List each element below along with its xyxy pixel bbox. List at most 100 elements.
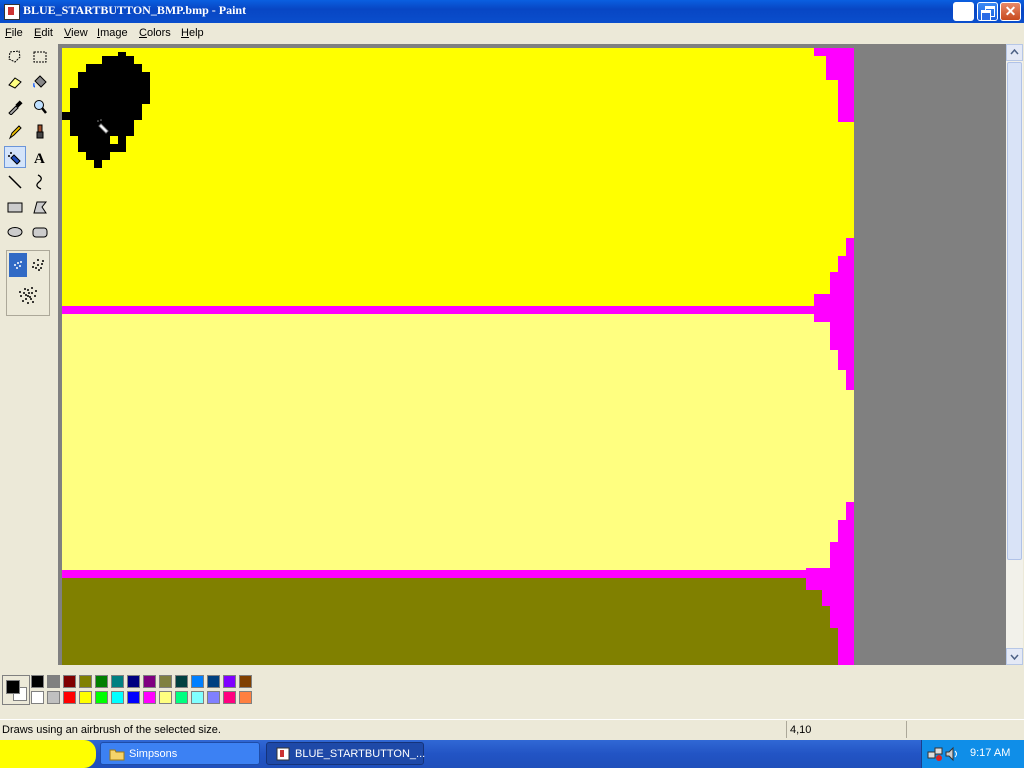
eraser-icon	[8, 77, 22, 89]
current-colors	[2, 675, 30, 705]
palette-swatch[interactable]	[175, 675, 188, 688]
palette-swatch[interactable]	[47, 675, 60, 688]
palette-swatch[interactable]	[111, 675, 124, 688]
palette-swatch[interactable]	[159, 691, 172, 704]
palette-swatch[interactable]	[239, 691, 252, 704]
airbrush-size-small[interactable]	[9, 253, 27, 277]
foreground-color[interactable]	[6, 680, 20, 694]
taskbar-item-simpsons[interactable]: Simpsons	[100, 742, 260, 765]
eraser-tool[interactable]	[4, 71, 26, 93]
rect-select-tool[interactable]	[29, 46, 51, 68]
volume-icon[interactable]	[944, 746, 960, 762]
title-bar[interactable]: BLUE_STARTBUTTON_BMP.bmp - Paint ✕	[0, 0, 1024, 23]
scroll-up-button[interactable]	[1006, 44, 1023, 61]
magnifier-icon	[34, 100, 47, 114]
taskbar-item-label: BLUE_STARTBUTTON_...	[295, 748, 426, 760]
rectangle-tool[interactable]	[4, 196, 26, 218]
fill-with-color-tool[interactable]	[29, 71, 51, 93]
palette-swatch[interactable]	[223, 691, 236, 704]
airbrush-size-medium[interactable]	[29, 253, 47, 277]
spray-small-icon	[14, 261, 22, 269]
menu-image-label: mage	[100, 27, 128, 39]
minimize-button[interactable]	[953, 2, 974, 21]
airbrush-size-large[interactable]	[15, 281, 41, 311]
scroll-thumb[interactable]	[1007, 62, 1022, 560]
close-icon: ✕	[1004, 3, 1017, 19]
network-icon[interactable]	[927, 746, 943, 762]
start-button[interactable]	[0, 740, 96, 768]
status-text: Draws using an airbrush of the selected …	[2, 724, 221, 736]
minimize-icon	[954, 3, 973, 20]
arrow-up-icon	[1010, 48, 1019, 55]
toolbox: A	[0, 44, 56, 664]
ellipse-tool[interactable]	[4, 221, 26, 243]
free-form-select-icon	[8, 50, 21, 63]
restore-button[interactable]	[977, 2, 998, 21]
line-tool[interactable]	[4, 171, 26, 193]
palette-swatch[interactable]	[95, 675, 108, 688]
paint-app-icon[interactable]	[4, 4, 20, 20]
status-size-cell	[906, 721, 1023, 738]
palette-swatch[interactable]	[95, 691, 108, 704]
palette-swatch[interactable]	[47, 691, 60, 704]
taskbar-item-label: Simpsons	[129, 748, 178, 760]
palette-swatch[interactable]	[159, 675, 172, 688]
system-tray: 9:17 AM	[921, 740, 1024, 768]
text-tool[interactable]: A	[29, 146, 51, 168]
menu-help[interactable]: Help	[181, 27, 204, 39]
menu-file[interactable]: File	[5, 27, 23, 39]
pick-color-tool[interactable]	[4, 96, 26, 118]
palette-swatch[interactable]	[63, 691, 76, 704]
palette-swatch[interactable]	[223, 675, 236, 688]
pencil-tool[interactable]	[4, 121, 26, 143]
polygon-tool[interactable]	[29, 196, 51, 218]
palette-swatch[interactable]	[207, 675, 220, 688]
palette-swatch[interactable]	[175, 691, 188, 704]
palette-swatch[interactable]	[191, 675, 204, 688]
clock: 9:17 AM	[970, 747, 1011, 759]
scroll-down-button[interactable]	[1006, 648, 1023, 665]
palette-swatch[interactable]	[127, 675, 140, 688]
free-form-select-tool[interactable]	[4, 46, 26, 68]
rounded-rectangle-icon	[32, 227, 48, 238]
magnifier-tool[interactable]	[29, 96, 51, 118]
airbrush-tool[interactable]	[4, 146, 26, 168]
canvas-scroll-area[interactable]	[58, 44, 1006, 665]
drawing-canvas[interactable]	[62, 48, 854, 665]
status-coords-cell: 4,10	[786, 721, 905, 738]
canvas-separator-top	[62, 306, 822, 314]
palette-swatch[interactable]	[111, 691, 124, 704]
palette-swatch[interactable]	[31, 675, 44, 688]
palette-swatch[interactable]	[191, 691, 204, 704]
palette-swatch[interactable]	[207, 691, 220, 704]
menu-image[interactable]: Image	[97, 27, 128, 39]
menu-view-label: iew	[71, 27, 88, 39]
menu-colors[interactable]: Colors	[139, 27, 171, 39]
svg-text:A: A	[34, 151, 45, 165]
palette-swatch[interactable]	[239, 675, 252, 688]
menu-view[interactable]: View	[64, 27, 88, 39]
menu-colors-accel: C	[139, 27, 147, 39]
palette-swatch[interactable]	[63, 675, 76, 688]
canvas-blob-gap	[110, 136, 118, 144]
vertical-scrollbar[interactable]	[1006, 44, 1023, 665]
rounded-rectangle-tool[interactable]	[29, 221, 51, 243]
palette-swatch[interactable]	[31, 691, 44, 704]
window-title: BLUE_STARTBUTTON_BMP.bmp - Paint	[23, 3, 247, 17]
menu-colors-label: olors	[146, 27, 171, 39]
brush-icon	[36, 124, 44, 139]
palette-swatch[interactable]	[143, 675, 156, 688]
palette-swatch[interactable]	[79, 691, 92, 704]
status-bar: Draws using an airbrush of the selected …	[0, 719, 1024, 740]
palette-swatch[interactable]	[143, 691, 156, 704]
palette-swatch[interactable]	[79, 675, 92, 688]
taskbar-item-paint[interactable]: BLUE_STARTBUTTON_...	[266, 742, 426, 765]
menu-file-accel: F	[5, 27, 12, 39]
palette-swatch[interactable]	[127, 691, 140, 704]
canvas-band-bottom	[62, 578, 854, 665]
close-button[interactable]: ✕	[1000, 2, 1021, 21]
curve-tool[interactable]	[29, 171, 51, 193]
curve-icon	[36, 174, 42, 190]
brush-tool[interactable]	[29, 121, 51, 143]
menu-edit[interactable]: Edit	[34, 27, 53, 39]
